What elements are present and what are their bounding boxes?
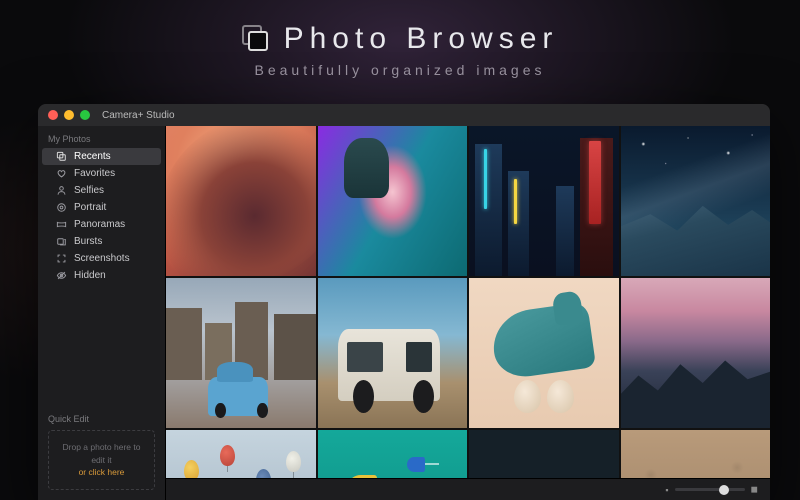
main-content: ▪ ◼: [166, 126, 770, 500]
person-icon: [56, 185, 67, 196]
sidebar-item-label: Favorites: [74, 168, 115, 179]
zoom-knob[interactable]: [719, 485, 729, 495]
recents-icon: [56, 151, 67, 162]
photo-thumbnail[interactable]: [621, 430, 771, 478]
sidebar-list: Recents Favorites Selfies Portrait Panor…: [38, 148, 165, 284]
sidebar-item-label: Hidden: [74, 270, 106, 281]
photo-thumbnail[interactable]: [166, 126, 316, 276]
hero-subtitle: Beautifully organized images: [0, 62, 800, 78]
photo-thumbnail[interactable]: [318, 126, 468, 276]
sidebar-item-label: Bursts: [74, 236, 102, 247]
sidebar-item-favorites[interactable]: Favorites: [42, 165, 161, 182]
sidebar: My Photos Recents Favorites Selfies Port…: [38, 126, 166, 500]
zoom-slider[interactable]: ▪ ◼: [665, 484, 758, 495]
sidebar-item-selfies[interactable]: Selfies: [42, 182, 161, 199]
zoom-track[interactable]: [675, 488, 745, 491]
sidebar-item-screenshots[interactable]: Screenshots: [42, 250, 161, 267]
quick-edit-hint: Drop a photo here to edit it: [63, 442, 141, 465]
quick-edit-title: Quick Edit: [48, 414, 155, 424]
window-title: Camera+ Studio: [102, 110, 175, 121]
sidebar-item-label: Recents: [74, 151, 111, 162]
photo-thumbnail[interactable]: [469, 430, 619, 478]
sidebar-item-label: Panoramas: [74, 219, 125, 230]
sidebar-item-recents[interactable]: Recents: [42, 148, 161, 165]
app-logo-icon: [242, 25, 270, 53]
photo-thumbnail[interactable]: [469, 126, 619, 276]
quick-edit-link[interactable]: or click here: [79, 467, 125, 477]
aperture-icon: [56, 202, 67, 213]
photo-grid[interactable]: [166, 126, 770, 478]
footer-bar: ▪ ◼: [166, 478, 770, 500]
zoom-in-icon[interactable]: ◼: [751, 484, 758, 495]
quick-edit-panel: Quick Edit Drop a photo here to edit it …: [38, 406, 165, 500]
burst-icon: [56, 236, 67, 247]
heart-icon: [56, 168, 67, 179]
sidebar-item-panoramas[interactable]: Panoramas: [42, 216, 161, 233]
close-icon[interactable]: [48, 110, 58, 120]
zoom-out-icon[interactable]: ▪: [665, 485, 668, 495]
photo-thumbnail[interactable]: [621, 278, 771, 428]
minimize-icon[interactable]: [64, 110, 74, 120]
sidebar-item-label: Portrait: [74, 202, 106, 213]
photo-thumbnail[interactable]: [166, 430, 316, 478]
app-window: Camera+ Studio My Photos Recents Favorit…: [38, 104, 770, 500]
photo-thumbnail[interactable]: [469, 278, 619, 428]
sidebar-item-bursts[interactable]: Bursts: [42, 233, 161, 250]
photo-thumbnail[interactable]: [318, 278, 468, 428]
photo-thumbnail[interactable]: [621, 126, 771, 276]
window-titlebar[interactable]: Camera+ Studio: [38, 104, 770, 126]
hero: Photo Browser Beautifully organized imag…: [0, 0, 800, 78]
photo-thumbnail[interactable]: [318, 430, 468, 478]
sidebar-item-portrait[interactable]: Portrait: [42, 199, 161, 216]
panorama-icon: [56, 219, 67, 230]
hero-title: Photo Browser: [284, 22, 559, 56]
quick-edit-dropzone[interactable]: Drop a photo here to edit it or click he…: [48, 430, 155, 490]
fullscreen-icon[interactable]: [80, 110, 90, 120]
eye-slash-icon: [56, 270, 67, 281]
screenshot-icon: [56, 253, 67, 264]
sidebar-header: My Photos: [38, 126, 165, 148]
sidebar-item-label: Selfies: [74, 185, 104, 196]
photo-thumbnail[interactable]: [166, 278, 316, 428]
sidebar-item-hidden[interactable]: Hidden: [42, 267, 161, 284]
sidebar-item-label: Screenshots: [74, 253, 130, 264]
